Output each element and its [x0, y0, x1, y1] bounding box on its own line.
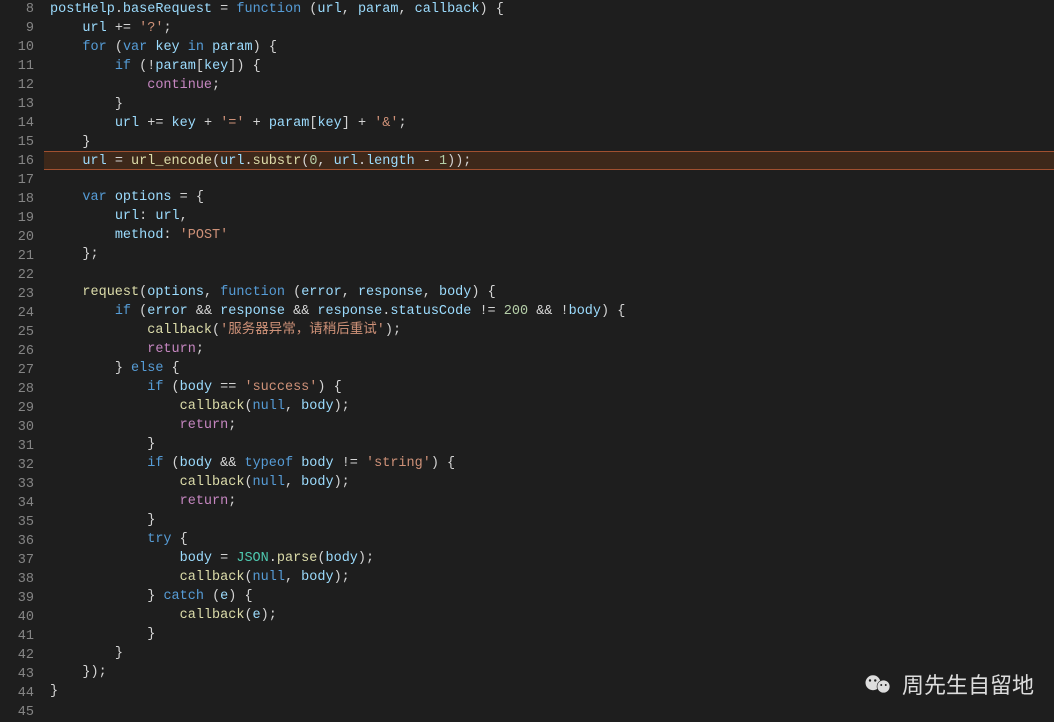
line-number: 18 — [0, 190, 34, 209]
line-number: 26 — [0, 342, 34, 361]
code-line[interactable]: } — [44, 95, 1054, 114]
line-number: 34 — [0, 494, 34, 513]
line-number: 41 — [0, 627, 34, 646]
line-number: 45 — [0, 703, 34, 722]
code-line[interactable]: callback(e); — [44, 606, 1054, 625]
line-number: 20 — [0, 228, 34, 247]
code-line[interactable]: url += key + '=' + param[key] + '&'; — [44, 114, 1054, 133]
code-line[interactable]: } — [44, 511, 1054, 530]
code-area[interactable]: postHelp.baseRequest = function (url, pa… — [44, 0, 1054, 717]
line-number: 39 — [0, 589, 34, 608]
code-line[interactable]: }; — [44, 245, 1054, 264]
code-line[interactable]: postHelp.baseRequest = function (url, pa… — [44, 0, 1054, 19]
line-number: 44 — [0, 684, 34, 703]
code-line[interactable]: return; — [44, 492, 1054, 511]
line-number-gutter: 8910111213141516171819202122232425262728… — [0, 0, 44, 717]
code-line[interactable]: if (!param[key]) { — [44, 57, 1054, 76]
line-number: 16 — [0, 152, 34, 171]
line-number: 24 — [0, 304, 34, 323]
line-number: 27 — [0, 361, 34, 380]
code-line[interactable]: return; — [44, 340, 1054, 359]
line-number: 14 — [0, 114, 34, 133]
line-number: 29 — [0, 399, 34, 418]
code-line[interactable]: url += '?'; — [44, 19, 1054, 38]
code-line[interactable]: } catch (e) { — [44, 587, 1054, 606]
code-line[interactable]: return; — [44, 416, 1054, 435]
code-line[interactable]: url = url_encode(url.substr(0, url.lengt… — [44, 151, 1054, 170]
code-line[interactable]: request(options, function (error, respon… — [44, 283, 1054, 302]
code-line[interactable]: callback('服务器异常，请稍后重试'); — [44, 321, 1054, 340]
line-number: 15 — [0, 133, 34, 152]
line-number: 40 — [0, 608, 34, 627]
code-line[interactable] — [44, 169, 1054, 188]
code-line[interactable]: method: 'POST' — [44, 226, 1054, 245]
code-line[interactable]: } else { — [44, 359, 1054, 378]
line-number: 31 — [0, 437, 34, 456]
code-line[interactable]: body = JSON.parse(body); — [44, 549, 1054, 568]
code-line[interactable]: try { — [44, 530, 1054, 549]
line-number: 8 — [0, 0, 34, 19]
code-line[interactable]: continue; — [44, 76, 1054, 95]
line-number: 19 — [0, 209, 34, 228]
code-line[interactable]: if (body && typeof body != 'string') { — [44, 454, 1054, 473]
wechat-icon — [864, 673, 894, 697]
line-number: 25 — [0, 323, 34, 342]
line-number: 42 — [0, 646, 34, 665]
code-line[interactable]: var options = { — [44, 188, 1054, 207]
code-line[interactable]: for (var key in param) { — [44, 38, 1054, 57]
code-editor[interactable]: 8910111213141516171819202122232425262728… — [0, 0, 1054, 717]
line-number: 32 — [0, 456, 34, 475]
line-number: 13 — [0, 95, 34, 114]
line-number: 21 — [0, 247, 34, 266]
line-number: 12 — [0, 76, 34, 95]
code-line[interactable] — [44, 701, 1054, 720]
line-number: 33 — [0, 475, 34, 494]
line-number: 37 — [0, 551, 34, 570]
line-number: 30 — [0, 418, 34, 437]
line-number: 36 — [0, 532, 34, 551]
line-number: 28 — [0, 380, 34, 399]
line-number: 43 — [0, 665, 34, 684]
line-number: 22 — [0, 266, 34, 285]
code-line[interactable] — [44, 264, 1054, 283]
code-line[interactable]: url: url, — [44, 207, 1054, 226]
line-number: 10 — [0, 38, 34, 57]
code-line[interactable]: if (body == 'success') { — [44, 378, 1054, 397]
line-number: 17 — [0, 171, 34, 190]
watermark: 周先生自留地 — [864, 673, 1034, 697]
watermark-text: 周先生自留地 — [902, 676, 1034, 695]
code-line[interactable]: callback(null, body); — [44, 473, 1054, 492]
code-line[interactable]: } — [44, 435, 1054, 454]
code-line[interactable]: callback(null, body); — [44, 397, 1054, 416]
line-number: 38 — [0, 570, 34, 589]
line-number: 9 — [0, 19, 34, 38]
code-line[interactable]: } — [44, 644, 1054, 663]
line-number: 23 — [0, 285, 34, 304]
line-number: 35 — [0, 513, 34, 532]
code-line[interactable]: callback(null, body); — [44, 568, 1054, 587]
code-line[interactable]: if (error && response && response.status… — [44, 302, 1054, 321]
code-line[interactable]: } — [44, 625, 1054, 644]
code-line[interactable]: } — [44, 133, 1054, 152]
line-number: 11 — [0, 57, 34, 76]
